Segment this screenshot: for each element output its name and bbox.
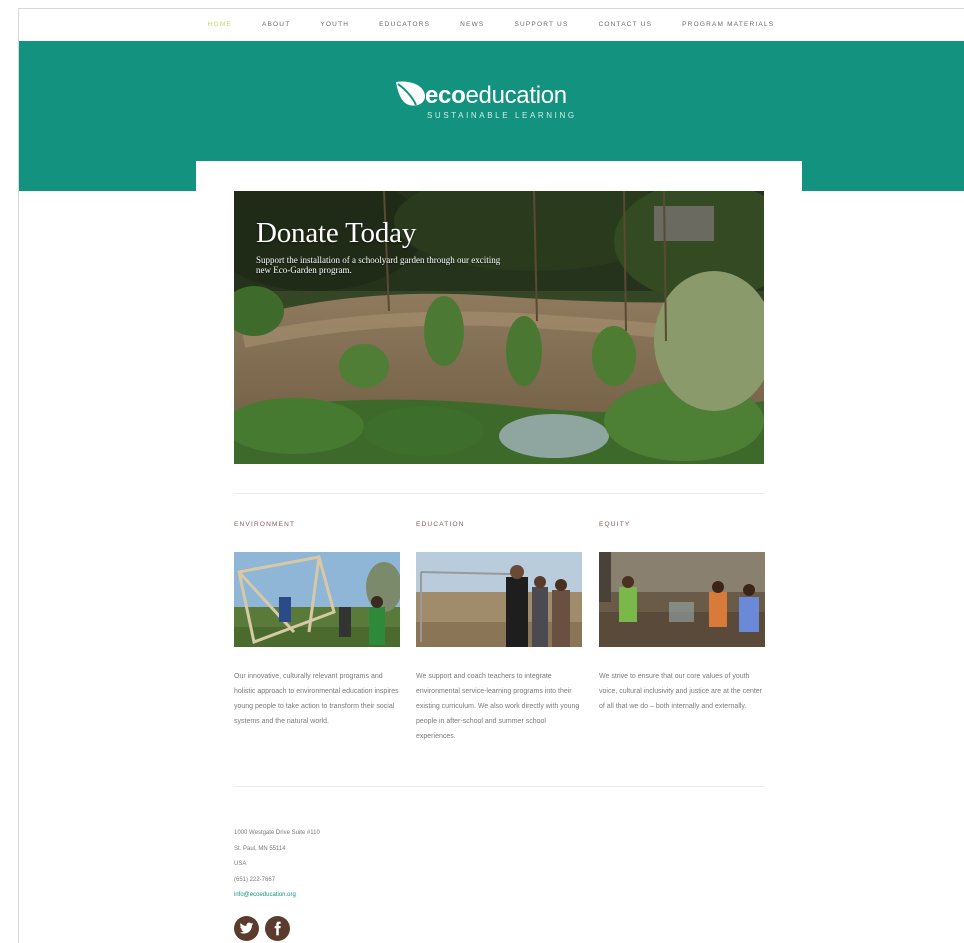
nav-youth[interactable]: YOUTH xyxy=(305,21,364,28)
column-equity: EQUITY We strive to ensure that our core… xyxy=(599,521,765,714)
column-text: Our innovative, culturally relevant prog… xyxy=(234,673,399,725)
nav-home[interactable]: HOME xyxy=(193,21,247,28)
phone-number[interactable]: (651) 222-7667 xyxy=(234,873,434,889)
column-text: We strive to ensure that our core values… xyxy=(599,673,763,710)
top-navigation: HOME ABOUT YOUTH EDUCATORS NEWS SUPPORT … xyxy=(18,8,964,41)
column-text: We support and coach teachers to integra… xyxy=(416,673,580,740)
nav-program-materials[interactable]: PROGRAM MATERIALS xyxy=(667,21,789,28)
facebook-icon[interactable] xyxy=(265,916,290,941)
logo-wordmark: ecoeducation xyxy=(425,83,567,109)
nav-contact-us[interactable]: CONTACT US xyxy=(584,21,668,28)
environment-photo[interactable] xyxy=(234,552,400,647)
column-heading[interactable]: ENVIRONMENT xyxy=(234,521,400,533)
education-photo[interactable] xyxy=(416,552,582,647)
logo-light: education xyxy=(465,82,567,109)
leaf-icon xyxy=(396,81,425,106)
logo-tagline: SUSTAINABLE LEARNING xyxy=(427,111,577,120)
footer-contact: 1000 Westgate Drive Suite #110 St. Paul,… xyxy=(234,826,434,904)
site-logo[interactable]: ecoeducation SUSTAINABLE LEARNING xyxy=(394,80,604,126)
email-link[interactable]: info@ecoeducation.org xyxy=(234,888,434,904)
section-divider xyxy=(234,786,764,787)
column-environment: ENVIRONMENT Our innovative, culturally r… xyxy=(234,521,400,729)
nav-about[interactable]: ABOUT xyxy=(247,21,305,28)
address-country: USA xyxy=(234,861,247,867)
hero-title: Donate Today xyxy=(256,217,417,249)
nav-support-us[interactable]: SUPPORT US xyxy=(499,21,583,28)
nav-educators[interactable]: EDUCATORS xyxy=(364,21,445,28)
logo-bold: eco xyxy=(425,82,466,109)
hero-subtitle: Support the installation of a schoolyard… xyxy=(256,255,501,275)
column-heading[interactable]: EDUCATION xyxy=(416,521,582,533)
column-education: EDUCATION We support and coach teachers … xyxy=(416,521,582,744)
nav-news[interactable]: NEWS xyxy=(445,21,499,28)
twitter-icon[interactable] xyxy=(234,916,259,941)
address-line-2: St. Paul, MN 55114 xyxy=(234,845,286,852)
section-divider xyxy=(234,493,764,494)
hero-banner[interactable]: Donate Today Support the installation of… xyxy=(234,191,764,464)
equity-photo[interactable] xyxy=(599,552,765,647)
column-heading[interactable]: EQUITY xyxy=(599,521,765,533)
address-line-1: 1000 Westgate Drive Suite #110 xyxy=(234,830,320,836)
social-links xyxy=(234,916,290,941)
